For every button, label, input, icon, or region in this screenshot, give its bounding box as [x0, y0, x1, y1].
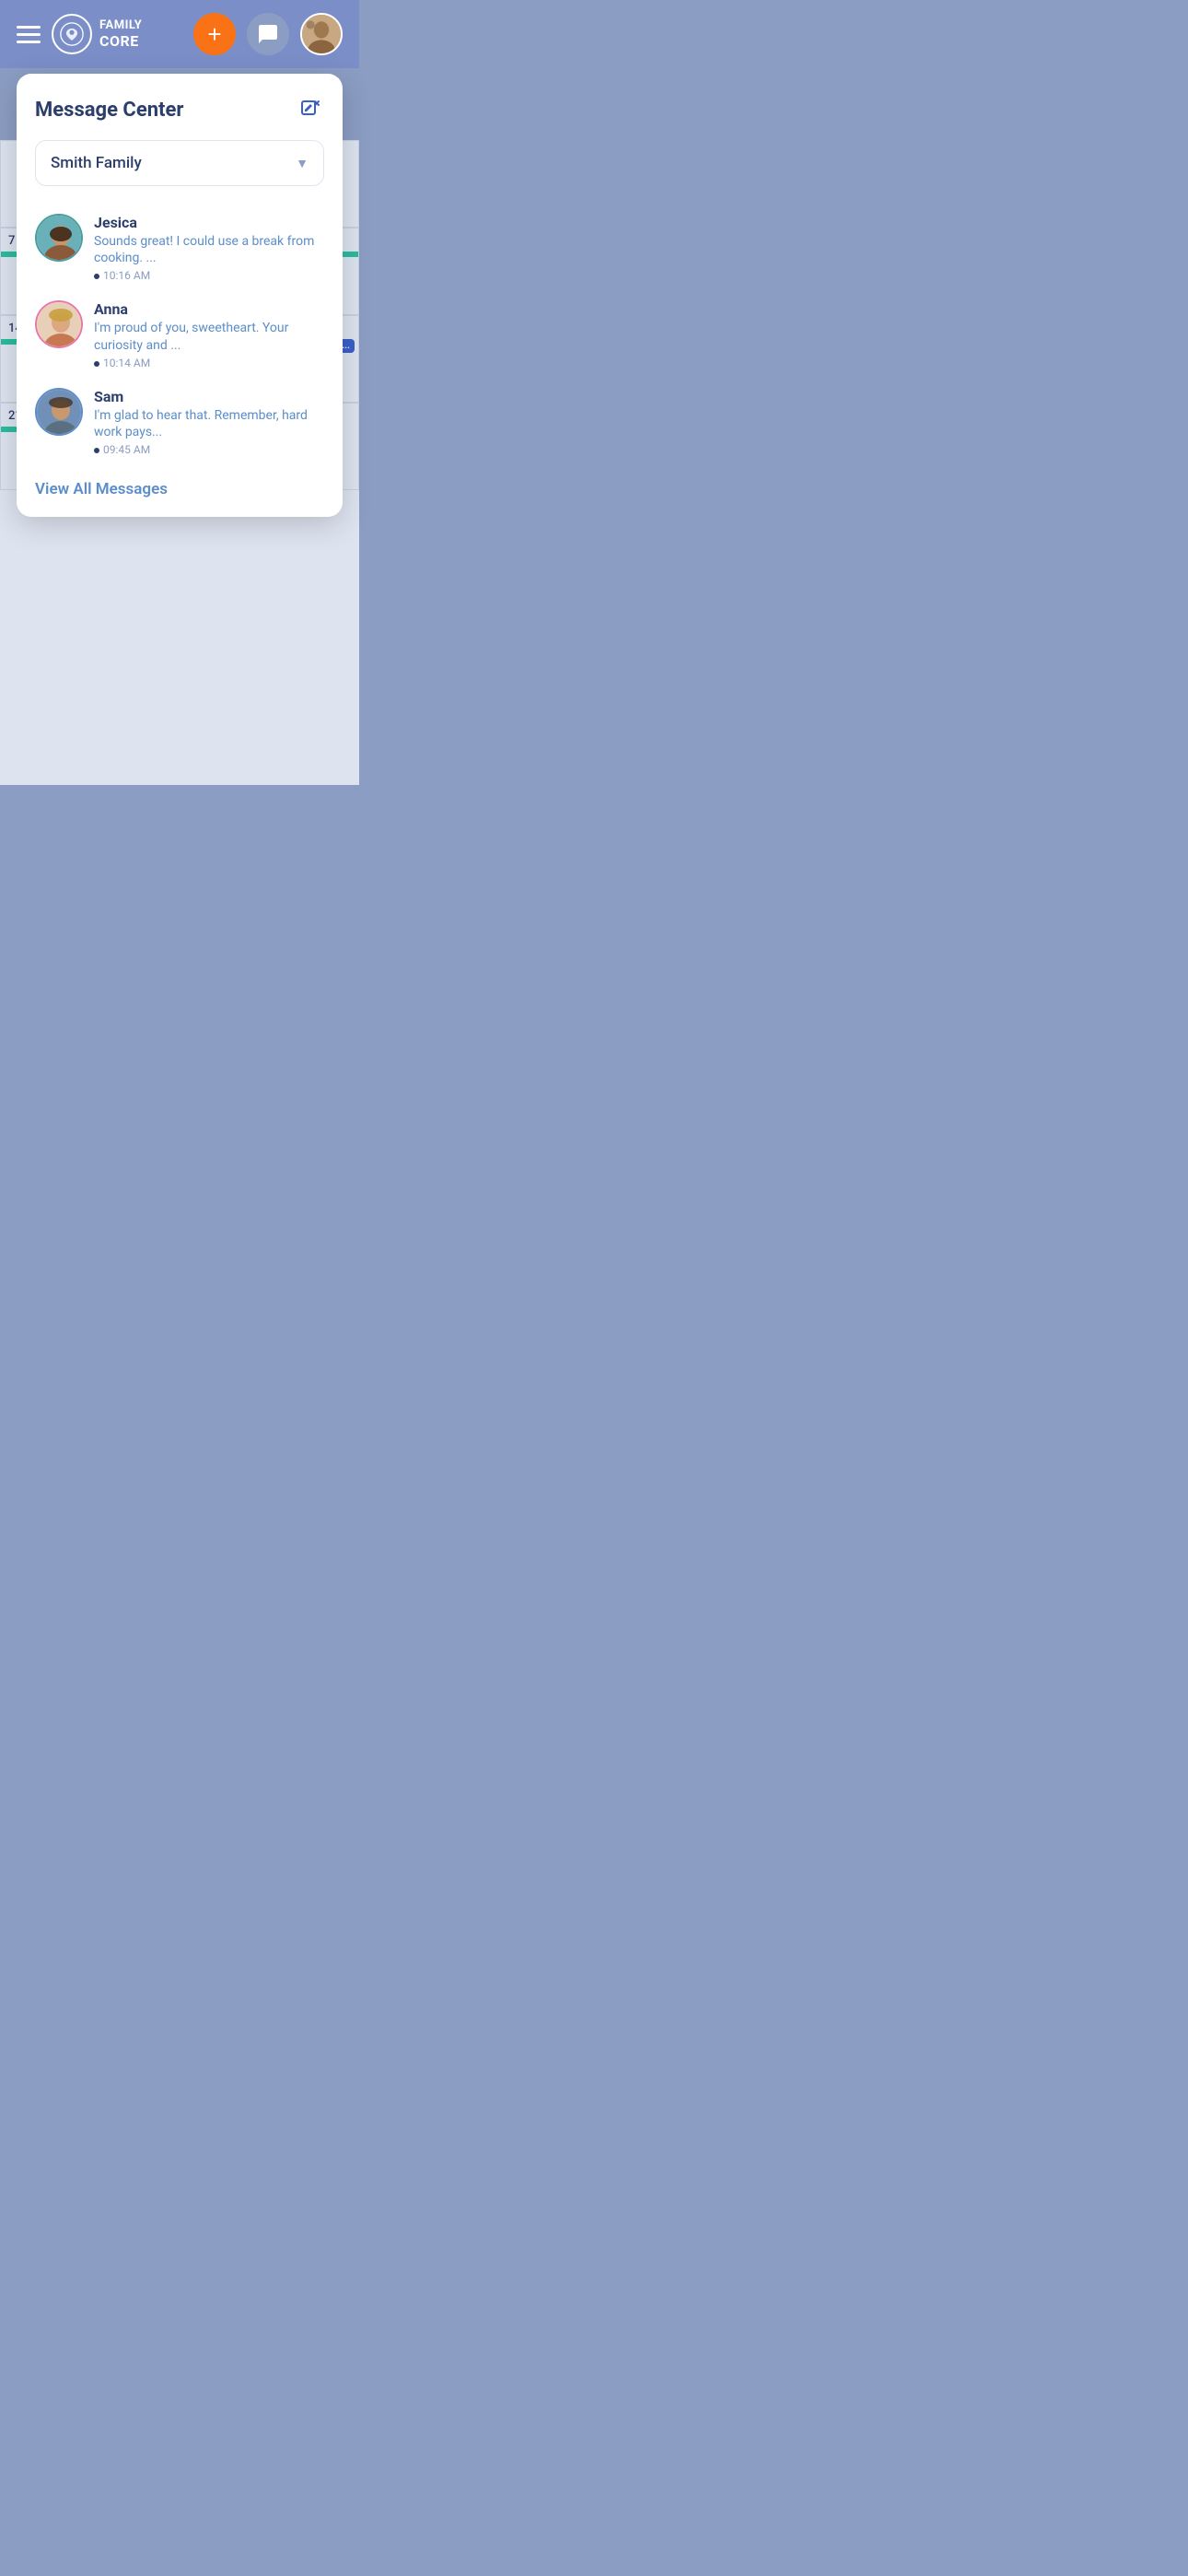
sender-name: Sam: [94, 388, 324, 405]
add-button[interactable]: +: [193, 13, 236, 55]
message-list: Jesica Sounds great! I could use a break…: [35, 205, 324, 465]
message-center-header: Message Center: [35, 96, 324, 123]
message-time: 09:45 AM: [94, 443, 324, 456]
message-preview: I'm proud of you, sweetheart. Your curio…: [94, 320, 324, 353]
message-item[interactable]: Sam I'm glad to hear that. Remember, har…: [35, 379, 324, 465]
message-content: Sam I'm glad to hear that. Remember, har…: [94, 388, 324, 456]
family-dropdown[interactable]: Smith Family ▼: [35, 140, 324, 186]
message-content: Anna I'm proud of you, sweetheart. Your …: [94, 300, 324, 369]
header: FAMILY CORE +: [0, 0, 359, 68]
avatar: [35, 388, 83, 436]
sender-name: Anna: [94, 300, 324, 318]
message-preview: I'm glad to hear that. Remember, hard wo…: [94, 407, 324, 440]
message-preview: Sounds great! I could use a break from c…: [94, 233, 324, 266]
message-center-card: Message Center Smith Family ▼: [17, 74, 343, 517]
chevron-down-icon: ▼: [296, 156, 309, 171]
message-item[interactable]: Anna I'm proud of you, sweetheart. Your …: [35, 291, 324, 378]
message-time: 10:16 AM: [94, 269, 324, 282]
message-time: 10:14 AM: [94, 357, 324, 369]
menu-button[interactable]: [17, 26, 41, 43]
sender-name: Jesica: [94, 214, 324, 231]
avatar: [35, 300, 83, 348]
dropdown-label: Smith Family: [51, 154, 142, 172]
logo-icon: [52, 14, 92, 54]
message-content: Jesica Sounds great! I could use a break…: [94, 214, 324, 282]
view-all-messages-link[interactable]: View All Messages: [35, 480, 168, 498]
user-avatar[interactable]: [300, 13, 343, 55]
logo: FAMILY CORE: [52, 14, 142, 54]
message-center-title: Message Center: [35, 99, 183, 122]
message-button[interactable]: [247, 13, 289, 55]
message-item[interactable]: Jesica Sounds great! I could use a break…: [35, 205, 324, 291]
logo-text: FAMILY CORE: [99, 18, 142, 51]
avatar: [35, 214, 83, 262]
edit-icon[interactable]: [297, 96, 324, 123]
